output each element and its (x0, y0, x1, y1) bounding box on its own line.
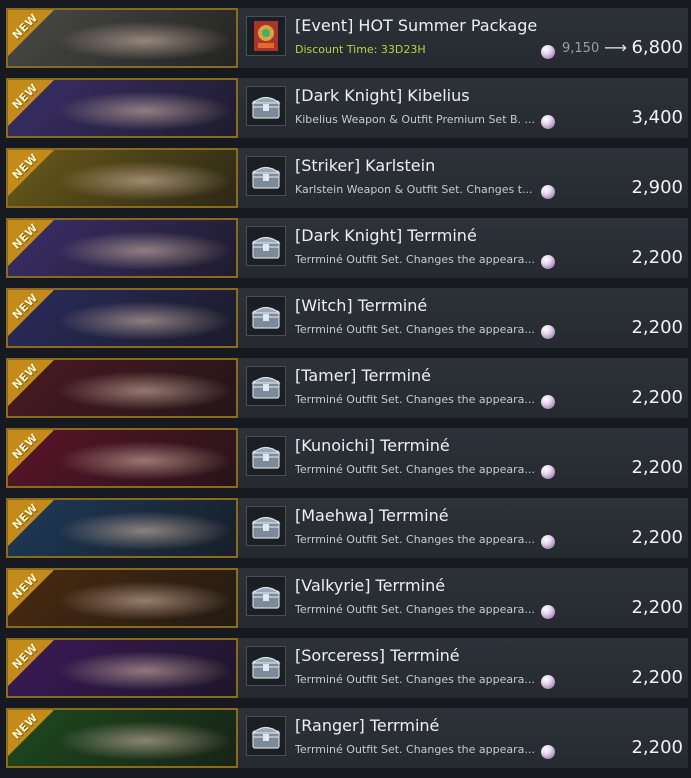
item-price: 2,200 (631, 387, 683, 408)
shop-item-row[interactable]: NEW [Maehwa] Terrminé Terrminé Outfit Set.… (0, 496, 691, 562)
item-info-panel[interactable]: [Event] HOT Summer Package Discount Time:… (238, 8, 688, 68)
item-title: [Tamer] Terrminé (295, 366, 432, 385)
treasure-chest-icon (246, 226, 286, 266)
item-price: 2,200 (631, 457, 683, 478)
discount-time: Discount Time: 33D23H (295, 43, 426, 56)
item-info-panel[interactable]: [Striker] Karlstein Karlstein Weapon & Ou… (238, 148, 688, 208)
pearl-icon (541, 115, 555, 129)
item-price: 2,200 (631, 597, 683, 618)
shop-item-row[interactable]: NEW [Dark Knight] Kibelius Kibelius Weapon… (0, 76, 691, 142)
shop-item-row[interactable]: NEW [Striker] Karlstein Karlstein Weapon &… (0, 146, 691, 212)
item-title: [Ranger] Terrminé (295, 716, 440, 735)
item-banner-image[interactable]: NEW (6, 78, 238, 138)
item-info-panel[interactable]: [Sorceress] Terrminé Terrminé Outfit Set.… (238, 638, 688, 698)
treasure-chest-icon (246, 296, 286, 336)
original-price: 9,150 (562, 41, 600, 56)
pearl-icon (541, 605, 555, 619)
item-description: Kibelius Weapon & Outfit Premium Set B. … (295, 113, 535, 126)
item-banner-image[interactable]: NEW (6, 148, 238, 208)
item-banner-image[interactable]: NEW (6, 288, 238, 348)
shop-item-row[interactable]: NEW [Witch] Terrminé Terrminé Outfit Set. … (0, 286, 691, 352)
item-title: [Kunoichi] Terrminé (295, 436, 450, 455)
item-info-panel[interactable]: [Witch] Terrminé Terrminé Outfit Set. Cha… (238, 288, 688, 348)
treasure-chest-icon (246, 366, 286, 406)
shop-item-row[interactable]: NEW [Valkyrie] Terrminé Terrminé Outfit Se… (0, 566, 691, 632)
shop-item-row[interactable]: NEW [Dark Knight] Terrminé Terrminé Outfit… (0, 216, 691, 282)
pearl-icon (541, 325, 555, 339)
pearl-icon (541, 185, 555, 199)
item-banner-image[interactable]: NEW (6, 218, 238, 278)
item-banner-image[interactable]: NEW (6, 498, 238, 558)
item-title: [Event] HOT Summer Package (295, 16, 538, 35)
item-description: Terrminé Outfit Set. Changes the appeara… (295, 323, 535, 336)
pearl-icon (541, 745, 555, 759)
item-price: 2,200 (631, 317, 683, 338)
item-banner-image[interactable]: NEW (6, 568, 238, 628)
pearl-icon (541, 675, 555, 689)
treasure-chest-icon (246, 646, 286, 686)
item-title: [Maehwa] Terrminé (295, 506, 449, 525)
item-description: Terrminé Outfit Set. Changes the appeara… (295, 673, 535, 686)
item-info-panel[interactable]: [Kunoichi] Terrminé Terrminé Outfit Set. … (238, 428, 688, 488)
item-price: 2,200 (631, 527, 683, 548)
pearl-icon (541, 535, 555, 549)
item-title: [Valkyrie] Terrminé (295, 576, 446, 595)
pearl-icon (541, 395, 555, 409)
shop-item-row[interactable]: NEW [Ranger] Terrminé Terrminé Outfit Set.… (0, 706, 691, 772)
item-description: Terrminé Outfit Set. Changes the appeara… (295, 463, 535, 476)
shop-item-list: NEW [Event] HOT Summer Package Discount Ti… (0, 0, 691, 778)
item-description: Terrminé Outfit Set. Changes the appeara… (295, 253, 535, 266)
item-price: 2,200 (631, 737, 683, 758)
pearl-icon (541, 465, 555, 479)
item-price: 2,900 (631, 177, 683, 198)
item-price: 2,200 (631, 247, 683, 268)
item-info-panel[interactable]: [Dark Knight] Terrminé Terrminé Outfit Se… (238, 218, 688, 278)
treasure-chest-icon (246, 576, 286, 616)
item-title: [Striker] Karlstein (295, 156, 436, 175)
item-info-panel[interactable]: [Valkyrie] Terrminé Terrminé Outfit Set. … (238, 568, 688, 628)
item-description: Terrminé Outfit Set. Changes the appeara… (295, 393, 535, 406)
item-price: 3,400 (631, 107, 683, 128)
treasure-chest-icon (246, 506, 286, 546)
item-title: [Sorceress] Terrminé (295, 646, 460, 665)
item-info-panel[interactable]: [Tamer] Terrminé Terrminé Outfit Set. Cha… (238, 358, 688, 418)
treasure-chest-icon (246, 86, 286, 126)
item-price: 6,800 (631, 37, 683, 58)
item-info-panel[interactable]: [Dark Knight] Kibelius Kibelius Weapon & … (238, 78, 688, 138)
item-banner-image[interactable]: NEW (6, 708, 238, 768)
arrow-right-icon: ⟶ (604, 38, 627, 57)
shop-item-row[interactable]: NEW [Event] HOT Summer Package Discount Ti… (0, 6, 691, 72)
item-banner-image[interactable]: NEW (6, 8, 238, 68)
item-description: Terrminé Outfit Set. Changes the appeara… (295, 533, 535, 546)
item-info-panel[interactable]: [Ranger] Terrminé Terrminé Outfit Set. Ch… (238, 708, 688, 768)
item-info-panel[interactable]: [Maehwa] Terrminé Terrminé Outfit Set. Ch… (238, 498, 688, 558)
item-banner-image[interactable]: NEW (6, 358, 238, 418)
item-description: Terrminé Outfit Set. Changes the appeara… (295, 603, 535, 616)
item-description: Terrminé Outfit Set. Changes the appeara… (295, 743, 535, 756)
pearl-icon (541, 255, 555, 269)
shop-item-row[interactable]: NEW [Sorceress] Terrminé Terrminé Outfit S… (0, 636, 691, 702)
item-price: 2,200 (631, 667, 683, 688)
treasure-chest-icon (246, 156, 286, 196)
item-description: Karlstein Weapon & Outfit Set. Changes t… (295, 183, 533, 196)
shop-item-row[interactable]: NEW [Tamer] Terrminé Terrminé Outfit Set. … (0, 356, 691, 422)
item-banner-image[interactable]: NEW (6, 428, 238, 488)
item-banner-image[interactable]: NEW (6, 638, 238, 698)
item-title: [Witch] Terrminé (295, 296, 428, 315)
item-title: [Dark Knight] Terrminé (295, 226, 477, 245)
treasure-chest-icon (246, 716, 286, 756)
pearl-icon (541, 45, 555, 59)
treasure-chest-icon (246, 436, 286, 476)
item-title: [Dark Knight] Kibelius (295, 86, 470, 105)
shop-item-row[interactable]: NEW [Kunoichi] Terrminé Terrminé Outfit Se… (0, 426, 691, 492)
event-package-icon (246, 16, 286, 56)
